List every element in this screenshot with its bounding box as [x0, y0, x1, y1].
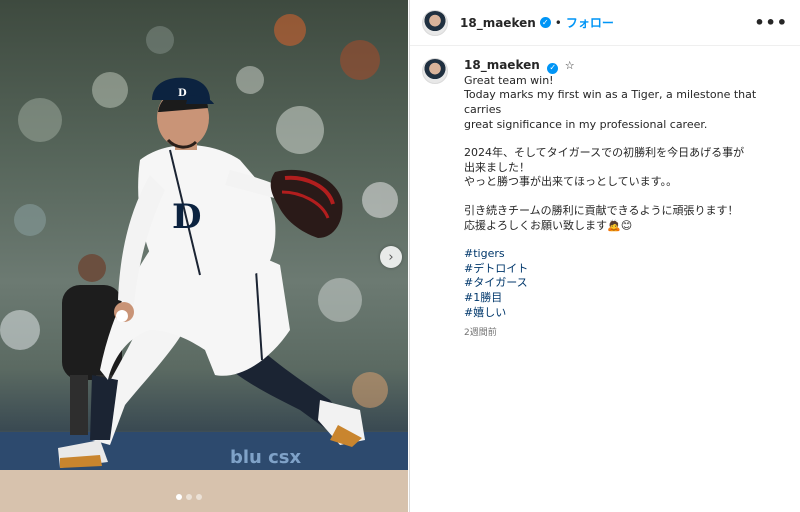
post-timestamp[interactable]: 2週間前	[464, 326, 788, 341]
chevron-right-icon: ›	[388, 249, 394, 265]
avatar[interactable]	[422, 9, 448, 36]
follow-button[interactable]: フォロー	[566, 14, 614, 31]
carousel-dot	[176, 494, 182, 500]
caption-line: 応援よろしくお願い致します🙇😊	[464, 218, 633, 232]
hashtag-link[interactable]: #1勝目	[464, 291, 788, 306]
header-username[interactable]: 18_maeken	[460, 16, 536, 30]
verified-badge-icon: ✓	[539, 17, 551, 28]
caption-avatar[interactable]	[422, 58, 448, 84]
hashtag-link[interactable]: #tigers	[464, 247, 788, 262]
caption: 18_maeken ✓ ☆ Great team win! Today mark…	[410, 46, 800, 341]
caption-line: 出来ました！	[464, 160, 530, 174]
next-photo-button[interactable]: ›	[380, 246, 402, 268]
more-options-icon[interactable]: •••	[754, 13, 788, 32]
post-photo[interactable]: blu csx D D ›	[0, 0, 408, 512]
caption-line: やっと勝つ事が出来てほっとしています。。	[464, 175, 678, 189]
caption-line: 2024年、そしてタイガースでの初勝利を今日あげる事が	[464, 146, 745, 160]
pitcher-illustration: blu csx D D	[0, 14, 408, 512]
caption-line: Today marks my first win as a Tiger, a m…	[464, 88, 757, 116]
svg-text:D: D	[172, 197, 201, 237]
hashtag-link[interactable]: #タイガース	[464, 276, 788, 291]
post-header: 18_maeken ✓ • フォロー •••	[410, 0, 800, 46]
carousel-dot	[196, 494, 202, 500]
post-detail-panel: 18_maeken ✓ • フォロー ••• 18_maeken ✓ ☆ Gre…	[409, 0, 800, 512]
carousel-dot	[186, 494, 192, 500]
svg-text:blu csx: blu csx	[230, 447, 302, 468]
caption-body: 18_maeken ✓ ☆ Great team win! Today mark…	[464, 58, 788, 341]
star-icon: ☆	[564, 59, 575, 72]
verified-badge-icon: ✓	[547, 62, 559, 74]
hashtag-link[interactable]: #デトロイト	[464, 262, 788, 277]
separator: •	[554, 15, 562, 30]
caption-line: 引き続きチームの勝利に貢献できるように頑張ります！	[464, 203, 739, 217]
caption-line: Great team win!	[464, 73, 554, 87]
svg-text:D: D	[178, 88, 187, 99]
caption-username[interactable]: 18_maeken	[464, 58, 540, 72]
hashtag-link[interactable]: #嬉しい	[464, 306, 788, 321]
carousel-indicator	[176, 494, 202, 500]
caption-line: great significance in my professional ca…	[464, 117, 708, 131]
caption-text: Great team win! Today marks my first win…	[464, 74, 788, 320]
